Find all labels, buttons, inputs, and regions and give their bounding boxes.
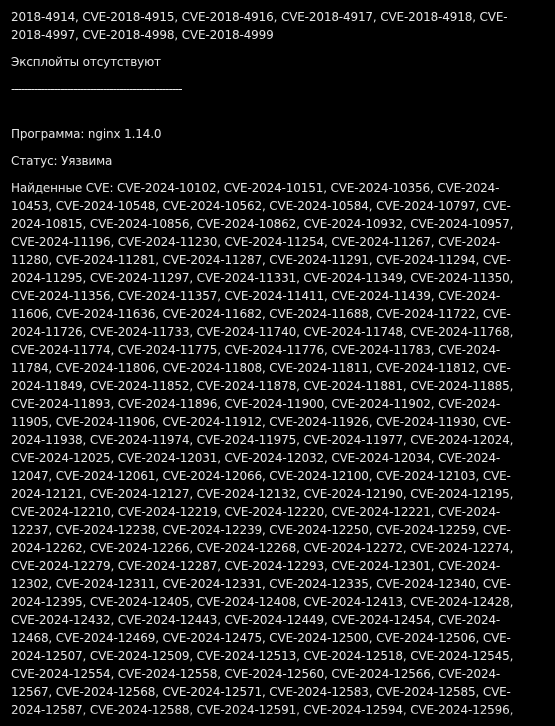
exploits-status: Эксплойты отсутствуют: [11, 55, 161, 69]
previous-cve-list: 2018-4914, CVE-2018-4915, CVE-2018-4916,…: [11, 10, 508, 42]
program-line: Программа: nginx 1.14.0: [11, 127, 162, 141]
status-line: Статус: Уязвима: [11, 154, 113, 168]
bottom-fade: [0, 712, 555, 726]
found-cve-list: Найденные CVE: CVE-2024-10102, CVE-2024-…: [11, 181, 517, 717]
separator-line: ----------------------------------------…: [11, 82, 183, 96]
terminal-output[interactable]: 2018-4914, CVE-2018-4915, CVE-2018-4916,…: [0, 0, 555, 726]
